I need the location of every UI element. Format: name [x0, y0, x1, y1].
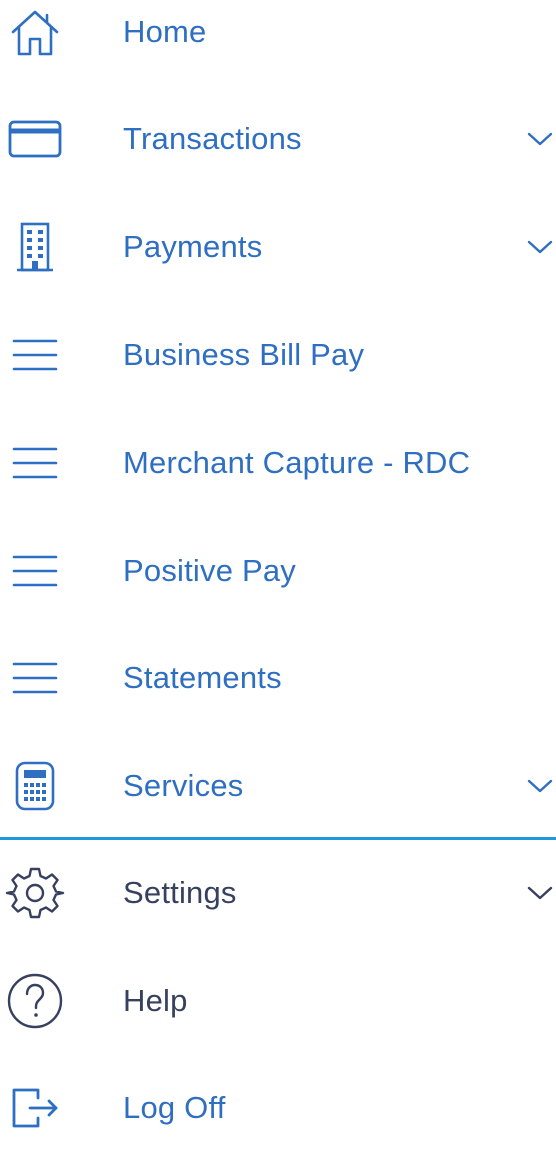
nav-item-label: Statements [123, 660, 282, 695]
chevron-down-icon[interactable] [526, 884, 554, 902]
logout-icon [6, 1079, 64, 1137]
nav-item-business-bill-pay[interactable]: Business Bill Pay [0, 305, 556, 405]
menu-lines-icon [6, 542, 64, 600]
nav-item-label: Log Off [123, 1090, 226, 1125]
nav-item-transactions[interactable]: Transactions [0, 89, 556, 189]
menu-lines-icon [6, 434, 64, 492]
nav-item-label: Transactions [123, 121, 302, 156]
nav-divider [0, 837, 556, 840]
calculator-icon [6, 757, 64, 815]
nav-item-label: Settings [123, 875, 237, 910]
nav-item-help[interactable]: Help [0, 951, 556, 1051]
nav-item-label: Home [123, 14, 207, 49]
nav-item-label: Services [123, 768, 244, 803]
nav-item-statements[interactable]: Statements [0, 628, 556, 728]
nav-item-payments[interactable]: Payments [0, 197, 556, 297]
home-icon [6, 3, 64, 61]
menu-lines-icon [6, 649, 64, 707]
gear-icon [5, 864, 65, 922]
nav-item-positive-pay[interactable]: Positive Pay [0, 521, 556, 621]
nav-item-label: Merchant Capture - RDC [123, 445, 471, 480]
nav-item-label: Business Bill Pay [123, 337, 365, 372]
nav-item-label: Payments [123, 229, 263, 264]
nav-item-label: Positive Pay [123, 553, 296, 588]
chevron-down-icon[interactable] [526, 238, 554, 256]
nav-item-label: Help [123, 983, 188, 1018]
nav-item-services[interactable]: Services [0, 736, 556, 836]
nav-item-home[interactable]: Home [0, 0, 556, 82]
menu-lines-icon [6, 326, 64, 384]
building-icon [6, 218, 64, 276]
nav-item-log-off[interactable]: Log Off [0, 1058, 556, 1158]
question-icon [6, 972, 64, 1030]
chevron-down-icon[interactable] [526, 777, 554, 795]
nav-item-settings[interactable]: Settings [0, 843, 556, 943]
nav-item-merchant-capture[interactable]: Merchant Capture - RDC [0, 413, 556, 513]
side-navigation: Home Transactions Payments Business Bill… [0, 0, 556, 1131]
chevron-down-icon[interactable] [526, 130, 554, 148]
credit-card-icon [6, 110, 64, 168]
